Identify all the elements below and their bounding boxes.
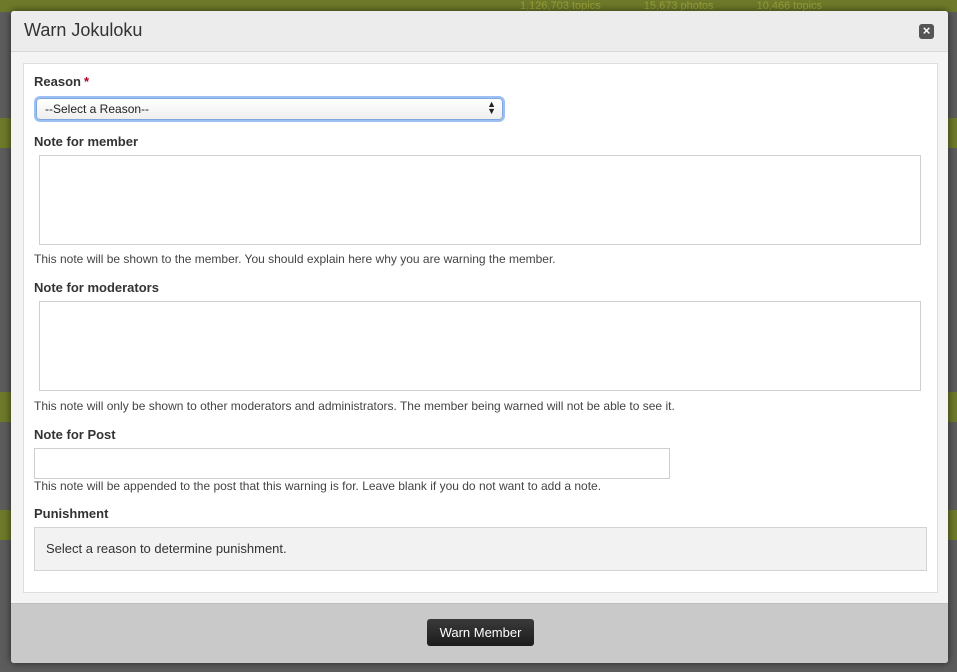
member-note-label: Note for member xyxy=(34,134,139,149)
warn-member-dialog: Warn Jokuloku × Reason * --Select a Reaso… xyxy=(11,11,948,663)
select-arrows-icon: ▲ ▼ xyxy=(487,99,496,116)
reason-label: Reason * xyxy=(34,74,89,89)
dialog-footer: Warn Member xyxy=(11,603,948,663)
punishment-box: Select a reason to determine punishment. xyxy=(34,527,927,571)
moderator-note-hint: This note will only be shown to other mo… xyxy=(34,399,675,413)
member-note-hint: This note will be shown to the member. Y… xyxy=(34,252,556,266)
required-marker: * xyxy=(83,74,90,89)
reason-select-value: --Select a Reason-- xyxy=(45,102,150,116)
dialog-header: Warn Jokuloku × xyxy=(11,11,948,52)
reason-label-text: Reason xyxy=(34,74,81,89)
punishment-label: Punishment xyxy=(34,506,109,521)
warn-member-button[interactable]: Warn Member xyxy=(427,619,534,646)
post-note-hint: This note will be appended to the post t… xyxy=(34,479,602,493)
warning-form: Reason * --Select a Reason-- ▲ ▼ Note for … xyxy=(23,63,938,593)
dialog-title: Warn Jokuloku xyxy=(24,20,143,40)
reason-select[interactable]: --Select a Reason-- ▲ ▼ xyxy=(36,98,503,120)
member-note-textarea[interactable] xyxy=(39,155,921,245)
moderator-note-label: Note for moderators xyxy=(34,280,159,295)
close-icon[interactable]: × xyxy=(919,24,934,39)
moderator-note-textarea[interactable] xyxy=(39,301,921,391)
post-note-input[interactable] xyxy=(34,448,670,479)
post-note-label: Note for Post xyxy=(34,427,116,442)
